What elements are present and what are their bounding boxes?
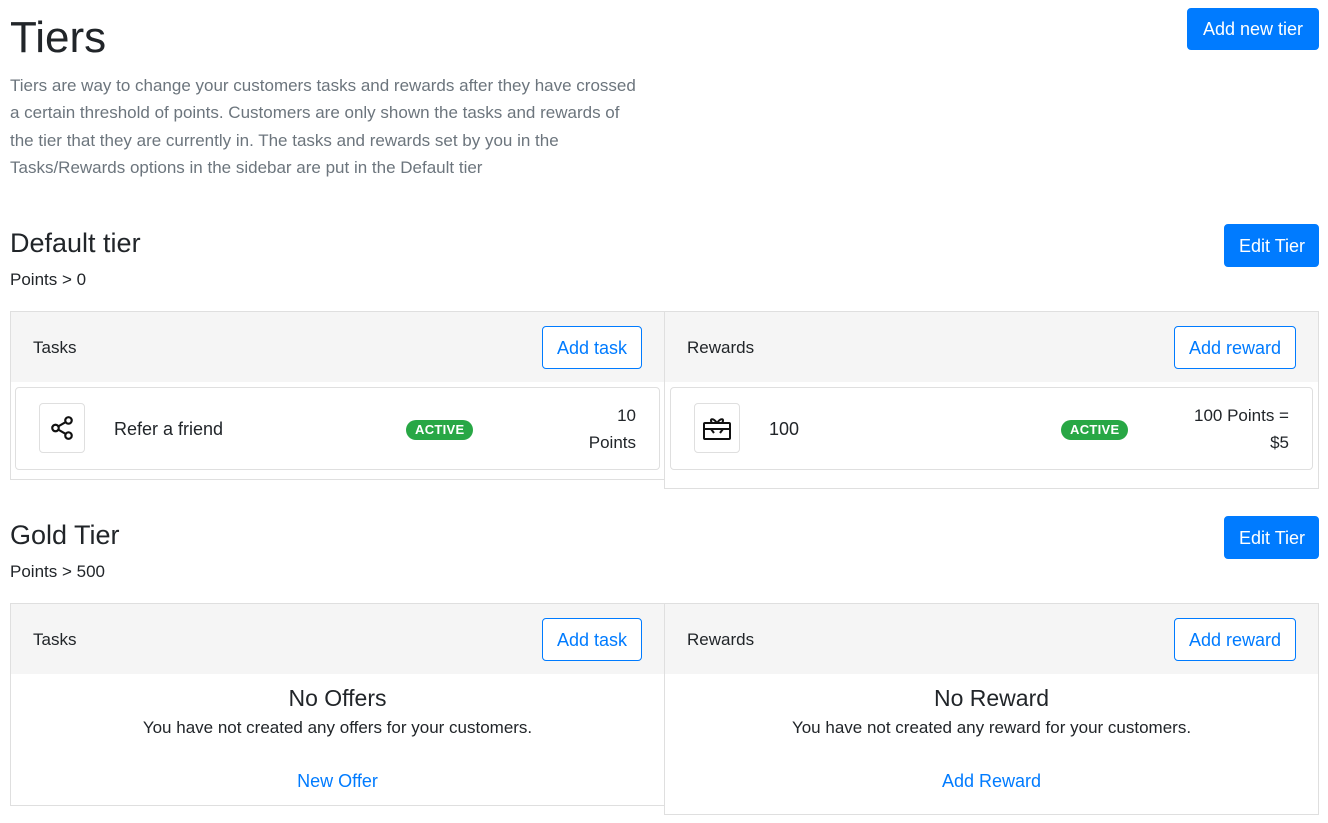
task-name: Refer a friend: [114, 419, 224, 439]
edit-tier-button[interactable]: Edit Tier: [1224, 516, 1319, 559]
empty-state-title: No Offers: [288, 685, 387, 711]
task-points-unit: Points: [588, 433, 636, 452]
page-description: Tiers are way to change your customers t…: [10, 76, 636, 177]
rewards-header-label: Rewards: [687, 630, 755, 649]
rewards-card-header: Rewards Add reward: [665, 312, 1318, 382]
status-badge: ACTIVE: [406, 420, 474, 440]
edit-tier-button[interactable]: Edit Tier: [1224, 224, 1319, 267]
tasks-header-label: Tasks: [33, 338, 77, 357]
tier-name: Gold Tier: [10, 520, 120, 550]
reward-value: 100 Points = $5: [1194, 402, 1289, 456]
add-reward-button[interactable]: Add reward: [1173, 326, 1296, 369]
add-reward-link[interactable]: Add Reward: [665, 770, 1318, 792]
add-task-button[interactable]: Add task: [541, 326, 642, 369]
reward-name: 100: [769, 419, 800, 439]
empty-state-title: No Reward: [933, 685, 1050, 711]
gift-card-icon: [694, 403, 740, 453]
task-points-number: 10: [617, 406, 636, 425]
tier-points: Points > 500: [10, 562, 105, 581]
reward-points-text: 100 Points =: [1194, 406, 1289, 425]
rewards-header-label: Rewards: [687, 338, 755, 357]
task-points-value: 10 Points: [589, 402, 636, 456]
tasks-card: Tasks Add task No Offers You have not cr…: [10, 603, 665, 806]
add-new-tier-button[interactable]: Add new tier: [1187, 8, 1319, 50]
empty-state-message: You have not created any offers for your…: [142, 718, 533, 737]
tasks-card-header: Tasks Add task: [11, 312, 664, 382]
tasks-header-label: Tasks: [33, 630, 77, 649]
tier-points: Points > 0: [10, 270, 87, 289]
reward-item[interactable]: 100 ACTIVE 100 Points = $5: [670, 387, 1313, 470]
page-title: Tiers: [10, 13, 107, 62]
add-reward-button[interactable]: Add reward: [1173, 618, 1296, 661]
empty-state-message: You have not created any reward for your…: [791, 718, 1192, 737]
rewards-card-header: Rewards Add reward: [665, 604, 1318, 674]
new-offer-link[interactable]: New Offer: [11, 770, 664, 792]
rewards-card: Rewards Add reward No Reward You have no…: [664, 603, 1319, 815]
add-task-button[interactable]: Add task: [541, 618, 642, 661]
tasks-card-header: Tasks Add task: [11, 604, 664, 674]
status-badge: ACTIVE: [1061, 420, 1129, 440]
tasks-card: Tasks Add task Refer a friend ACTIVE 10 …: [10, 311, 665, 480]
task-item[interactable]: Refer a friend ACTIVE 10 Points: [15, 387, 660, 470]
reward-amount-text: $5: [1270, 433, 1289, 452]
tier-name: Default tier: [10, 228, 141, 258]
rewards-card: Rewards Add reward 100 ACTIVE 100 Points…: [664, 311, 1319, 489]
share-icon: [39, 403, 85, 453]
